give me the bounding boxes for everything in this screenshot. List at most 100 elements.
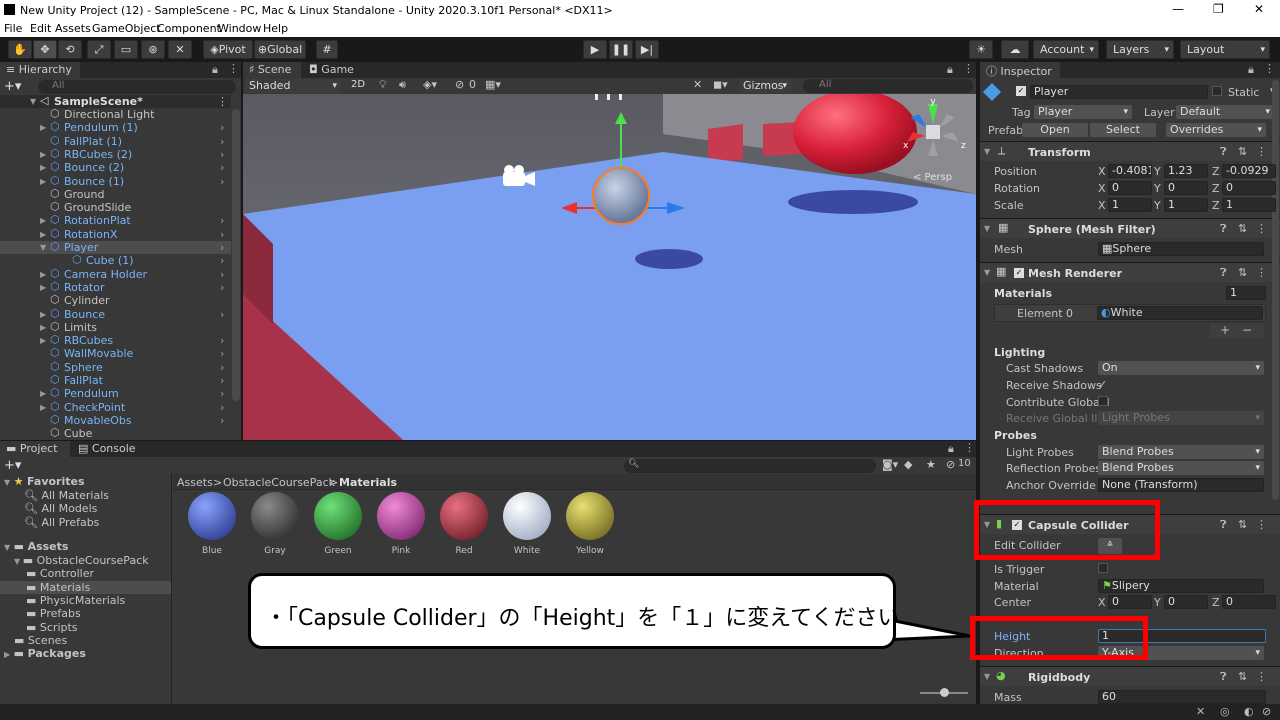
folder-row[interactable]: ▬ Controller — [0, 567, 171, 580]
hierarchy-row[interactable]: ⬡ FallPlat (1) › — [0, 134, 231, 148]
zoom-slider-thumb[interactable] — [940, 688, 949, 697]
cloud-icon[interactable]: ☁ — [1001, 40, 1029, 59]
scl-x-input[interactable]: 1 — [1108, 198, 1152, 212]
hierarchy-row[interactable]: ▶ ⬡ Limits — [0, 320, 231, 334]
static-label[interactable]: Static — [1228, 86, 1259, 99]
pos-z-input[interactable]: -0.0929 — [1222, 164, 1276, 178]
packages-row[interactable]: ▶ ▬ Packages — [4, 647, 86, 660]
help-icon[interactable]: ❓︎ — [1220, 266, 1227, 280]
center-z-input[interactable]: 0 — [1222, 595, 1276, 609]
materials-section-label[interactable]: Materials — [994, 287, 1052, 300]
filter-label-icon[interactable]: ◆ — [904, 458, 912, 471]
prefab-chevron-icon[interactable]: › — [220, 361, 224, 374]
tools-icon[interactable]: ✕ — [693, 78, 702, 91]
account-dropdown[interactable]: Account ▾ — [1033, 40, 1099, 59]
prefab-chevron-icon[interactable]: › — [220, 268, 224, 281]
hierarchy-row[interactable]: ⬡ GroundSlide — [0, 200, 231, 214]
project-add-icon[interactable]: +▾ — [4, 458, 21, 473]
scene-lock-icon[interactable]: 🔒︎ — [947, 63, 953, 77]
rot-x-input[interactable]: 0 — [1108, 181, 1152, 195]
rotate-tool-icon[interactable]: ⟲ — [58, 40, 82, 59]
preset-icon[interactable]: ⇅ — [1238, 670, 1247, 683]
transform-header[interactable]: ▼ ⟂ Transform ❓︎ ⇅ ⋮ — [980, 141, 1280, 161]
folder-row[interactable]: ▬ PhysicMaterials — [0, 594, 171, 607]
tab-project[interactable]: ▬ Project — [0, 441, 70, 457]
menu-item-component[interactable]: Component — [157, 22, 221, 35]
material-asset[interactable]: Blue — [186, 491, 238, 556]
prefab-chevron-icon[interactable]: › — [220, 161, 224, 174]
center-axis-z-label[interactable]: Z — [1212, 596, 1220, 609]
prefab-chevron-icon[interactable]: › — [220, 135, 224, 148]
axis-x-label[interactable]: X — [1098, 199, 1106, 212]
help-icon[interactable]: ❓︎ — [1220, 222, 1227, 236]
hierarchy-row[interactable]: ⬡ MovableObs › — [0, 413, 231, 427]
hierarchy-search-input[interactable]: All — [38, 80, 236, 94]
preset-icon[interactable]: ⇅ — [1238, 145, 1247, 158]
expand-arrow-icon[interactable]: ▶ — [40, 177, 46, 186]
scl-y-input[interactable]: 1 — [1164, 198, 1208, 212]
element0-field[interactable]: ◐White — [1097, 306, 1263, 320]
expand-arrow-icon[interactable]: ▶ — [40, 310, 46, 319]
material-asset[interactable]: White — [501, 491, 553, 556]
project-kebab-icon[interactable]: ⋮ — [964, 441, 975, 454]
material-asset[interactable]: Pink — [375, 491, 427, 556]
component-menu-icon[interactable]: ⋮ — [1256, 266, 1267, 279]
cache-server-icon[interactable]: ◐ — [1244, 705, 1254, 718]
expand-arrow-icon[interactable]: ▶ — [40, 270, 46, 279]
material-asset[interactable]: Gray — [249, 491, 301, 556]
filter-type-icon[interactable]: ◙▾ — [882, 458, 898, 471]
hierarchy-row[interactable]: ▶ ⬡ RotationPlat › — [0, 213, 231, 227]
axis-z-label[interactable]: Z — [1212, 165, 1220, 178]
axis-z-label[interactable]: Z — [1212, 182, 1220, 195]
material-asset[interactable]: Green — [312, 491, 364, 556]
anchor-override-field[interactable]: None (Transform) — [1098, 478, 1264, 492]
receive-shadows-checkbox[interactable]: ✓ — [1098, 378, 1107, 391]
favorites-row[interactable]: ▼ ★ Favorites — [4, 475, 85, 488]
hierarchy-row[interactable]: ⬡ Sphere › — [0, 360, 231, 374]
kebab-menu-icon[interactable]: ⋮ — [228, 62, 239, 75]
move-tool-icon[interactable]: ✥ — [33, 40, 57, 59]
hierarchy-row[interactable]: ▼ ⬡ Player › — [0, 240, 231, 254]
scene-viewport[interactable]: y x z < Persp — [243, 94, 976, 440]
breadcrumb-materials[interactable]: Materials — [339, 476, 397, 489]
prefab-chevron-icon[interactable]: › — [220, 334, 224, 347]
expand-arrow-icon[interactable]: ▶ — [40, 389, 46, 398]
rot-y-input[interactable]: 0 — [1164, 181, 1208, 195]
folder-row[interactable]: ▼ ▬ ObstacleCoursePack — [0, 554, 171, 567]
prefab-chevron-icon[interactable]: › — [220, 148, 224, 161]
hand-tool-icon[interactable]: ✋ — [8, 40, 32, 59]
mesh-renderer-enabled-checkbox[interactable]: ✓ — [1014, 268, 1024, 278]
tab-inspector[interactable]: ⓘ Inspector — [980, 62, 1060, 78]
inspector-scrollbar[interactable] — [1272, 80, 1279, 500]
reflection-probes-dropdown[interactable]: Blend Probes — [1098, 461, 1264, 475]
prefab-chevron-icon[interactable]: › — [220, 254, 224, 267]
favorite-icon[interactable]: ★ — [926, 458, 936, 471]
expand-arrow-icon[interactable]: ▼ — [40, 243, 46, 252]
hidden-objects-icon[interactable]: ⊘ — [455, 78, 464, 91]
center-axis-x-label[interactable]: X — [1098, 596, 1106, 609]
preset-icon[interactable]: ⇅ — [1238, 222, 1247, 235]
prefab-chevron-icon[interactable]: › — [220, 401, 224, 414]
hierarchy-row[interactable]: ⬡ Cube — [0, 426, 231, 440]
prefab-chevron-icon[interactable]: › — [220, 387, 224, 400]
mesh-renderer-header[interactable]: ▼ ▦ ✓ Mesh Renderer ❓︎ ⇅ ⋮ — [980, 262, 1280, 282]
scene-search-input[interactable]: All — [803, 79, 973, 93]
auto-generate-lighting-icon[interactable]: ⊘ — [1262, 705, 1271, 718]
menu-item-window[interactable]: Window — [218, 22, 261, 35]
hierarchy-row[interactable]: ⬡ FallPlat › — [0, 373, 231, 387]
prefab-open-button[interactable]: Open — [1022, 123, 1088, 137]
maximize-icon[interactable]: ❐ — [1213, 2, 1224, 16]
object-name-input[interactable]: Player — [1030, 85, 1208, 99]
step-button[interactable]: ▶| — [635, 40, 659, 59]
scl-z-input[interactable]: 1 — [1222, 198, 1276, 212]
hidden-packages-icon[interactable]: ⊘ — [946, 458, 955, 471]
shading-mode-dropdown[interactable]: Shaded — [245, 79, 341, 93]
inspector-kebab-icon[interactable]: ⋮ — [1264, 62, 1275, 75]
expand-arrow-icon[interactable]: ▶ — [40, 230, 46, 239]
2d-toggle[interactable]: 2D — [351, 79, 365, 90]
collab-icon[interactable]: ☀ — [969, 40, 993, 59]
diagnostics-icon[interactable]: ✕ — [1196, 705, 1205, 718]
expand-arrow-icon[interactable]: ▶ — [40, 323, 46, 332]
prefab-chevron-icon[interactable]: › — [220, 175, 224, 188]
preset-icon[interactable]: ⇅ — [1238, 266, 1247, 279]
